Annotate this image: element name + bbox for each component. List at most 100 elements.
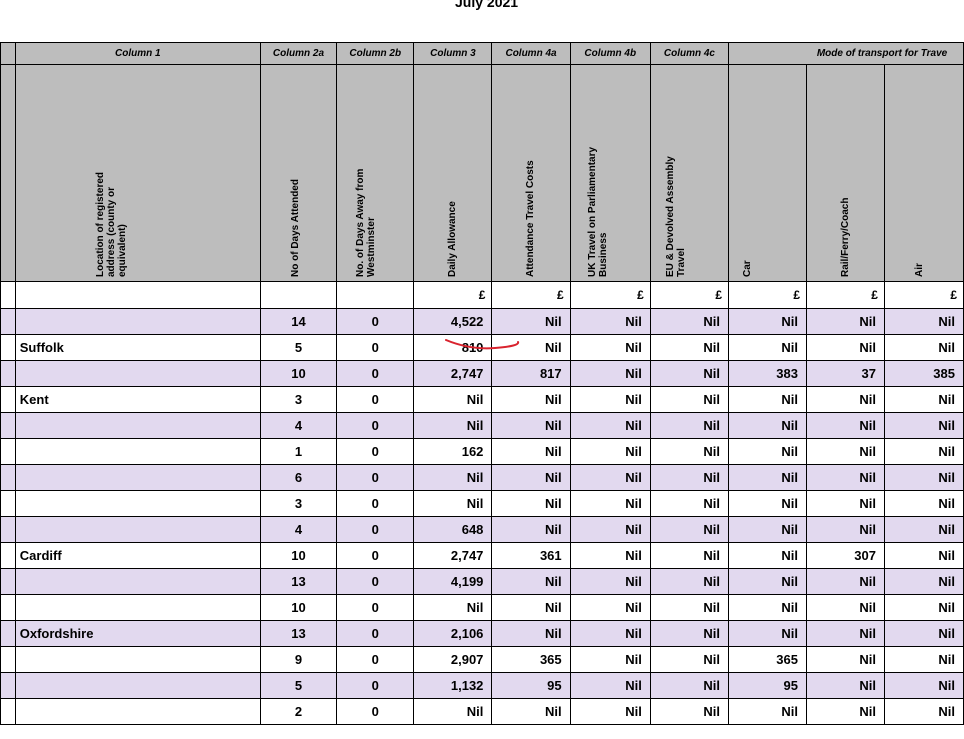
- table-row: 3 0 Nil Nil Nil Nil Nil Nil Nil: [0, 490, 964, 517]
- header-daily-allowance-cell: Daily Allowance: [413, 64, 493, 282]
- rail-cell: Nil: [806, 308, 885, 335]
- currency-row: £ £ £ £ £ £ £: [0, 281, 964, 309]
- daily-allowance-cell: Nil: [413, 386, 493, 413]
- rail-cell: Nil: [806, 516, 885, 543]
- eu-travel-cell: Nil: [649, 308, 730, 335]
- row-edge-cell: [0, 672, 16, 699]
- car-cell: Nil: [728, 412, 807, 439]
- uk-travel-cell: Nil: [569, 594, 651, 621]
- row-edge-cell: [0, 386, 16, 413]
- table-row: 10 0 2,747 817 Nil Nil 383 37 385: [0, 360, 964, 387]
- eu-travel-cell: Nil: [649, 698, 730, 725]
- currency-symbol: £: [491, 281, 571, 309]
- days-away-cell: 0: [336, 646, 415, 673]
- location-cell: [14, 568, 261, 595]
- row-edge-cell: [0, 308, 16, 335]
- location-cell: [14, 412, 261, 439]
- currency-symbol: £: [569, 281, 651, 309]
- header-eu-travel: EU & Devolved Assembly Travel: [664, 156, 687, 277]
- rail-cell: Nil: [806, 568, 885, 595]
- daily-allowance-cell: 2,907: [413, 646, 493, 673]
- uk-travel-cell: Nil: [569, 490, 651, 517]
- days-attended-cell: 3: [259, 490, 338, 517]
- days-attended-cell: 5: [259, 334, 338, 361]
- table-row: 2 0 Nil Nil Nil Nil Nil Nil Nil: [0, 698, 964, 725]
- location-cell: Cardiff: [14, 542, 261, 569]
- days-attended-cell: 13: [259, 568, 338, 595]
- row-edge-cell: [0, 464, 16, 491]
- currency-cell: [259, 281, 338, 309]
- uk-travel-cell: Nil: [569, 646, 651, 673]
- row-edge-cell: [0, 698, 16, 725]
- daily-allowance-cell: Nil: [413, 698, 493, 725]
- air-cell: Nil: [883, 594, 964, 621]
- attendance-travel-cell: 817: [491, 360, 571, 387]
- location-cell: Oxfordshire: [14, 620, 261, 647]
- column-number-row: Column 1 Column 2a Column 2b Column 3 Co…: [0, 42, 964, 65]
- days-attended-cell: 10: [259, 360, 338, 387]
- car-cell: Nil: [728, 334, 807, 361]
- table-row: 4 0 648 Nil Nil Nil Nil Nil Nil: [0, 516, 964, 543]
- header-air-cell: Air: [883, 64, 964, 282]
- attendance-travel-cell: Nil: [491, 386, 571, 413]
- days-away-cell: 0: [336, 334, 415, 361]
- days-attended-cell: 5: [259, 672, 338, 699]
- days-away-cell: 0: [336, 594, 415, 621]
- eu-travel-cell: Nil: [649, 620, 730, 647]
- header-eu-travel-cell: EU & Devolved Assembly Travel: [649, 64, 730, 282]
- table-body: 14 0 4,522 Nil Nil Nil Nil Nil Nil Suffolk 5 0 810 Ni…: [0, 308, 964, 725]
- table-row: Oxfordshire 13 0 2,106 Nil Nil Nil Nil Nil Nil: [0, 620, 964, 647]
- uk-travel-cell: Nil: [569, 412, 651, 439]
- rail-cell: 307: [806, 542, 885, 569]
- attendance-travel-cell: Nil: [491, 594, 571, 621]
- table-row: 1 0 162 Nil Nil Nil Nil Nil Nil: [0, 438, 964, 465]
- rail-cell: Nil: [806, 438, 885, 465]
- edge-header-cell: [0, 64, 16, 282]
- row-edge-cell: [0, 542, 16, 569]
- daily-allowance-cell: 4,522: [413, 308, 493, 335]
- location-cell: [14, 672, 261, 699]
- uk-travel-cell: Nil: [569, 620, 651, 647]
- rail-cell: Nil: [806, 334, 885, 361]
- table-row: 9 0 2,907 365 Nil Nil 365 Nil Nil: [0, 646, 964, 673]
- header-uk-travel-cell: UK Travel on Parliamentary Business: [569, 64, 651, 282]
- daily-allowance-cell: 1,132: [413, 672, 493, 699]
- air-cell: Nil: [883, 620, 964, 647]
- car-cell: 383: [728, 360, 807, 387]
- eu-travel-cell: Nil: [649, 360, 730, 387]
- days-attended-cell: 14: [259, 308, 338, 335]
- row-edge-cell: [0, 646, 16, 673]
- attendance-travel-cell: 361: [491, 542, 571, 569]
- air-cell: Nil: [883, 438, 964, 465]
- attendance-travel-cell: 95: [491, 672, 571, 699]
- daily-allowance-cell: 648: [413, 516, 493, 543]
- days-away-cell: 0: [336, 360, 415, 387]
- uk-travel-cell: Nil: [569, 516, 651, 543]
- uk-travel-cell: Nil: [569, 308, 651, 335]
- table-row: 13 0 4,199 Nil Nil Nil Nil Nil Nil: [0, 568, 964, 595]
- uk-travel-cell: Nil: [569, 698, 651, 725]
- currency-cell: [336, 281, 415, 309]
- row-edge-cell: [0, 360, 16, 387]
- header-location: Location of registered address (county o…: [94, 171, 128, 277]
- row-edge-cell: [0, 438, 16, 465]
- currency-cell: [0, 281, 16, 309]
- daily-allowance-cell: Nil: [413, 594, 493, 621]
- location-cell: Kent: [14, 386, 261, 413]
- currency-symbol: £: [728, 281, 807, 309]
- air-cell: Nil: [883, 698, 964, 725]
- currency-symbol: £: [883, 281, 964, 309]
- header-days-away-cell: No. of Days Away from Westminster: [336, 64, 415, 282]
- days-away-cell: 0: [336, 490, 415, 517]
- car-cell: 365: [728, 646, 807, 673]
- location-cell: [14, 516, 261, 543]
- days-attended-cell: 4: [259, 412, 338, 439]
- header-days-attended: No of Days Attended: [289, 179, 301, 277]
- air-cell: Nil: [883, 490, 964, 517]
- row-edge-cell: [0, 490, 16, 517]
- column-4b-label: Column 4b: [569, 42, 651, 65]
- attendance-travel-cell: Nil: [491, 438, 571, 465]
- attendance-travel-cell: Nil: [491, 698, 571, 725]
- days-away-cell: 0: [336, 542, 415, 569]
- location-cell: [14, 646, 261, 673]
